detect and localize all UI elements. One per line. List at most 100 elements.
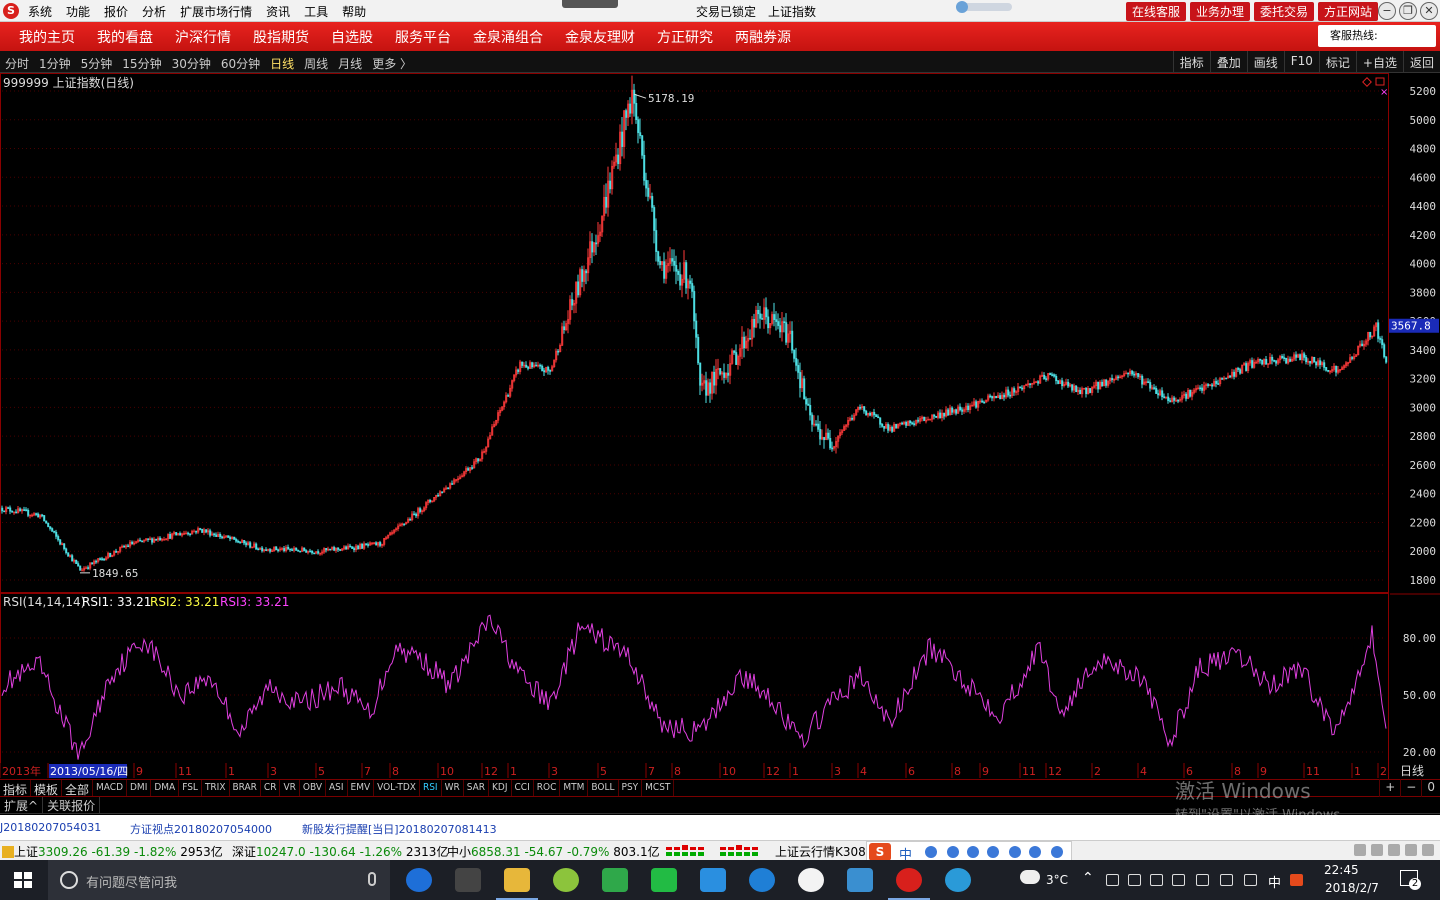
app-bird-icon[interactable] xyxy=(847,868,873,892)
ind-tab[interactable]: CCI xyxy=(512,780,534,796)
period-tab-30min[interactable]: 30分钟 xyxy=(172,55,211,72)
tool-draw[interactable]: 画线 xyxy=(1246,51,1284,73)
app-wechat-icon[interactable] xyxy=(602,868,628,892)
ind-tab[interactable]: MTM xyxy=(560,780,589,796)
microphone-icon[interactable] xyxy=(368,872,376,886)
nav-wealth[interactable]: 金泉友理财 xyxy=(565,27,635,47)
cortana-search[interactable]: 有问题尽管问我 xyxy=(48,860,390,900)
volume-icon[interactable] xyxy=(1220,874,1233,886)
network-icon[interactable] xyxy=(1172,874,1185,886)
nav-my-board[interactable]: 我的看盘 xyxy=(97,27,153,47)
weather-icon[interactable] xyxy=(1020,870,1040,884)
minimize-icon[interactable]: − xyxy=(1378,2,1396,20)
ind-tab[interactable]: BRAR xyxy=(230,780,261,796)
nav-margin[interactable]: 两融券源 xyxy=(735,27,791,47)
clock-date[interactable]: 2018/2/7 xyxy=(1325,881,1379,895)
ind-tab[interactable]: OBV xyxy=(300,780,326,796)
player-icon[interactable] xyxy=(700,868,726,892)
zx-index[interactable]: 中小6858.31 -54.67 -0.79% 803.1亿 xyxy=(447,843,660,860)
app-globe-icon[interactable] xyxy=(945,868,971,892)
related-quotes-button[interactable]: 关联报价 xyxy=(43,797,101,813)
ind-tab[interactable]: DMI xyxy=(127,780,152,796)
settings-icon[interactable] xyxy=(1051,846,1063,858)
ind-tab[interactable]: BOLL xyxy=(588,780,619,796)
punct-icon[interactable] xyxy=(925,846,937,858)
windows-start-icon[interactable] xyxy=(14,872,32,888)
period-tab-daily[interactable]: 日线 xyxy=(270,55,294,72)
ie-icon[interactable] xyxy=(749,868,775,892)
period-tab-1min[interactable]: 1分钟 xyxy=(39,55,71,72)
ind-tab[interactable]: CR xyxy=(261,780,281,796)
period-tab-intraday[interactable]: 分时 xyxy=(5,55,29,72)
skin-icon[interactable] xyxy=(1029,846,1041,858)
tool-add-watchlist[interactable]: +自选 xyxy=(1355,51,1403,73)
website-button[interactable]: 方正网站 xyxy=(1317,2,1378,21)
msg-icon[interactable] xyxy=(1388,844,1400,856)
volume-slider[interactable] xyxy=(956,1,1012,13)
ind-lead-template[interactable]: 模板 xyxy=(31,780,63,797)
news-item[interactable]: 新股发行提醒[当日]20180207081413 xyxy=(302,821,497,837)
period-tab-15min[interactable]: 15分钟 xyxy=(122,55,161,72)
ime-toolbar[interactable]: S 中 xyxy=(866,841,1072,863)
layout-icon[interactable] xyxy=(1354,844,1366,856)
explorer-icon[interactable] xyxy=(496,868,538,900)
menu-quote[interactable]: 报价 xyxy=(104,3,128,20)
ind-tab[interactable]: ASI xyxy=(326,780,348,796)
user-icon[interactable] xyxy=(1009,846,1021,858)
keyboard-icon[interactable] xyxy=(987,846,999,858)
ind-tab-rsi[interactable]: RSI xyxy=(420,780,442,796)
nav-futures[interactable]: 股指期货 xyxy=(253,27,309,47)
nav-home[interactable]: 我的主页 xyxy=(19,27,75,47)
tool-f10[interactable]: F10 xyxy=(1283,51,1319,73)
emoji-icon[interactable] xyxy=(947,846,959,858)
ind-tab[interactable]: ROC xyxy=(534,780,561,796)
cloud-quote[interactable]: 上证云行情K308 xyxy=(775,843,866,860)
period-tab-5min[interactable]: 5分钟 xyxy=(81,55,113,72)
sh-index[interactable]: 上证3309.26 -61.39 -1.82% 2953亿 xyxy=(2,843,223,860)
period-tab-more[interactable]: 更多 〉 xyxy=(372,55,412,72)
period-tab-weekly[interactable]: 周线 xyxy=(304,55,328,72)
tray-diamond-icon[interactable] xyxy=(1244,874,1257,886)
zoom-reset-button[interactable]: 0 xyxy=(1421,779,1440,797)
tool-overlay[interactable]: 叠加 xyxy=(1209,51,1247,73)
close-icon[interactable]: ✕ xyxy=(1420,2,1438,20)
ind-tab[interactable]: WR xyxy=(442,780,464,796)
nav-portfolio[interactable]: 金泉涌组合 xyxy=(473,27,543,47)
nav-service[interactable]: 服务平台 xyxy=(395,27,451,47)
menu-analysis[interactable]: 分析 xyxy=(142,3,166,20)
voice-icon[interactable] xyxy=(967,846,979,858)
period-tab-monthly[interactable]: 月线 xyxy=(338,55,362,72)
tool-mark[interactable]: 标记 xyxy=(1318,51,1356,73)
ind-tab[interactable]: VOL-TDX xyxy=(374,780,420,796)
nav-research[interactable]: 方正研究 xyxy=(657,27,713,47)
business-button[interactable]: 业务办理 xyxy=(1189,2,1250,21)
tool-icon[interactable] xyxy=(1405,844,1417,856)
clock-time[interactable]: 22:45 xyxy=(1324,863,1359,877)
menu-tools[interactable]: 工具 xyxy=(304,3,328,20)
tool-back[interactable]: 返回 xyxy=(1402,51,1440,73)
menu-news[interactable]: 资讯 xyxy=(266,3,290,20)
zoom-in-button[interactable]: + xyxy=(1379,779,1400,797)
period-tab-60min[interactable]: 60分钟 xyxy=(221,55,260,72)
online-service-button[interactable]: 在线客服 xyxy=(1125,2,1186,21)
store-icon[interactable] xyxy=(455,868,481,892)
sogou-tray-icon[interactable] xyxy=(1290,874,1303,886)
trade-button[interactable]: 委托交易 xyxy=(1253,2,1314,21)
menu-extended-market[interactable]: 扩展市场行情 xyxy=(180,3,252,20)
ind-tab[interactable]: KDJ xyxy=(489,780,512,796)
kline-chart[interactable]: 5178.191849.65× 520050004800460044004200… xyxy=(0,73,1440,779)
news-item[interactable]: J20180207054031 xyxy=(0,821,101,834)
founder-app-icon[interactable] xyxy=(888,868,930,900)
news-item[interactable]: 方证视点20180207054000 xyxy=(130,821,272,837)
ind-lead-all[interactable]: 全部 xyxy=(62,780,94,797)
ind-tab[interactable]: FSL xyxy=(179,780,202,796)
sz-index[interactable]: 深证10247.0 -130.64 -1.26% 2313亿 xyxy=(232,843,448,860)
tray-ime[interactable]: 中 xyxy=(1268,872,1281,891)
zoom-out-button[interactable]: − xyxy=(1400,779,1421,797)
expand-button[interactable]: 扩展^ xyxy=(0,797,44,813)
ind-tab[interactable]: TRIX xyxy=(202,780,230,796)
grip-icon[interactable] xyxy=(1422,844,1434,856)
nav-market[interactable]: 沪深行情 xyxy=(175,27,231,47)
app-green-icon[interactable] xyxy=(553,868,579,892)
shield-icon[interactable] xyxy=(1128,874,1141,886)
